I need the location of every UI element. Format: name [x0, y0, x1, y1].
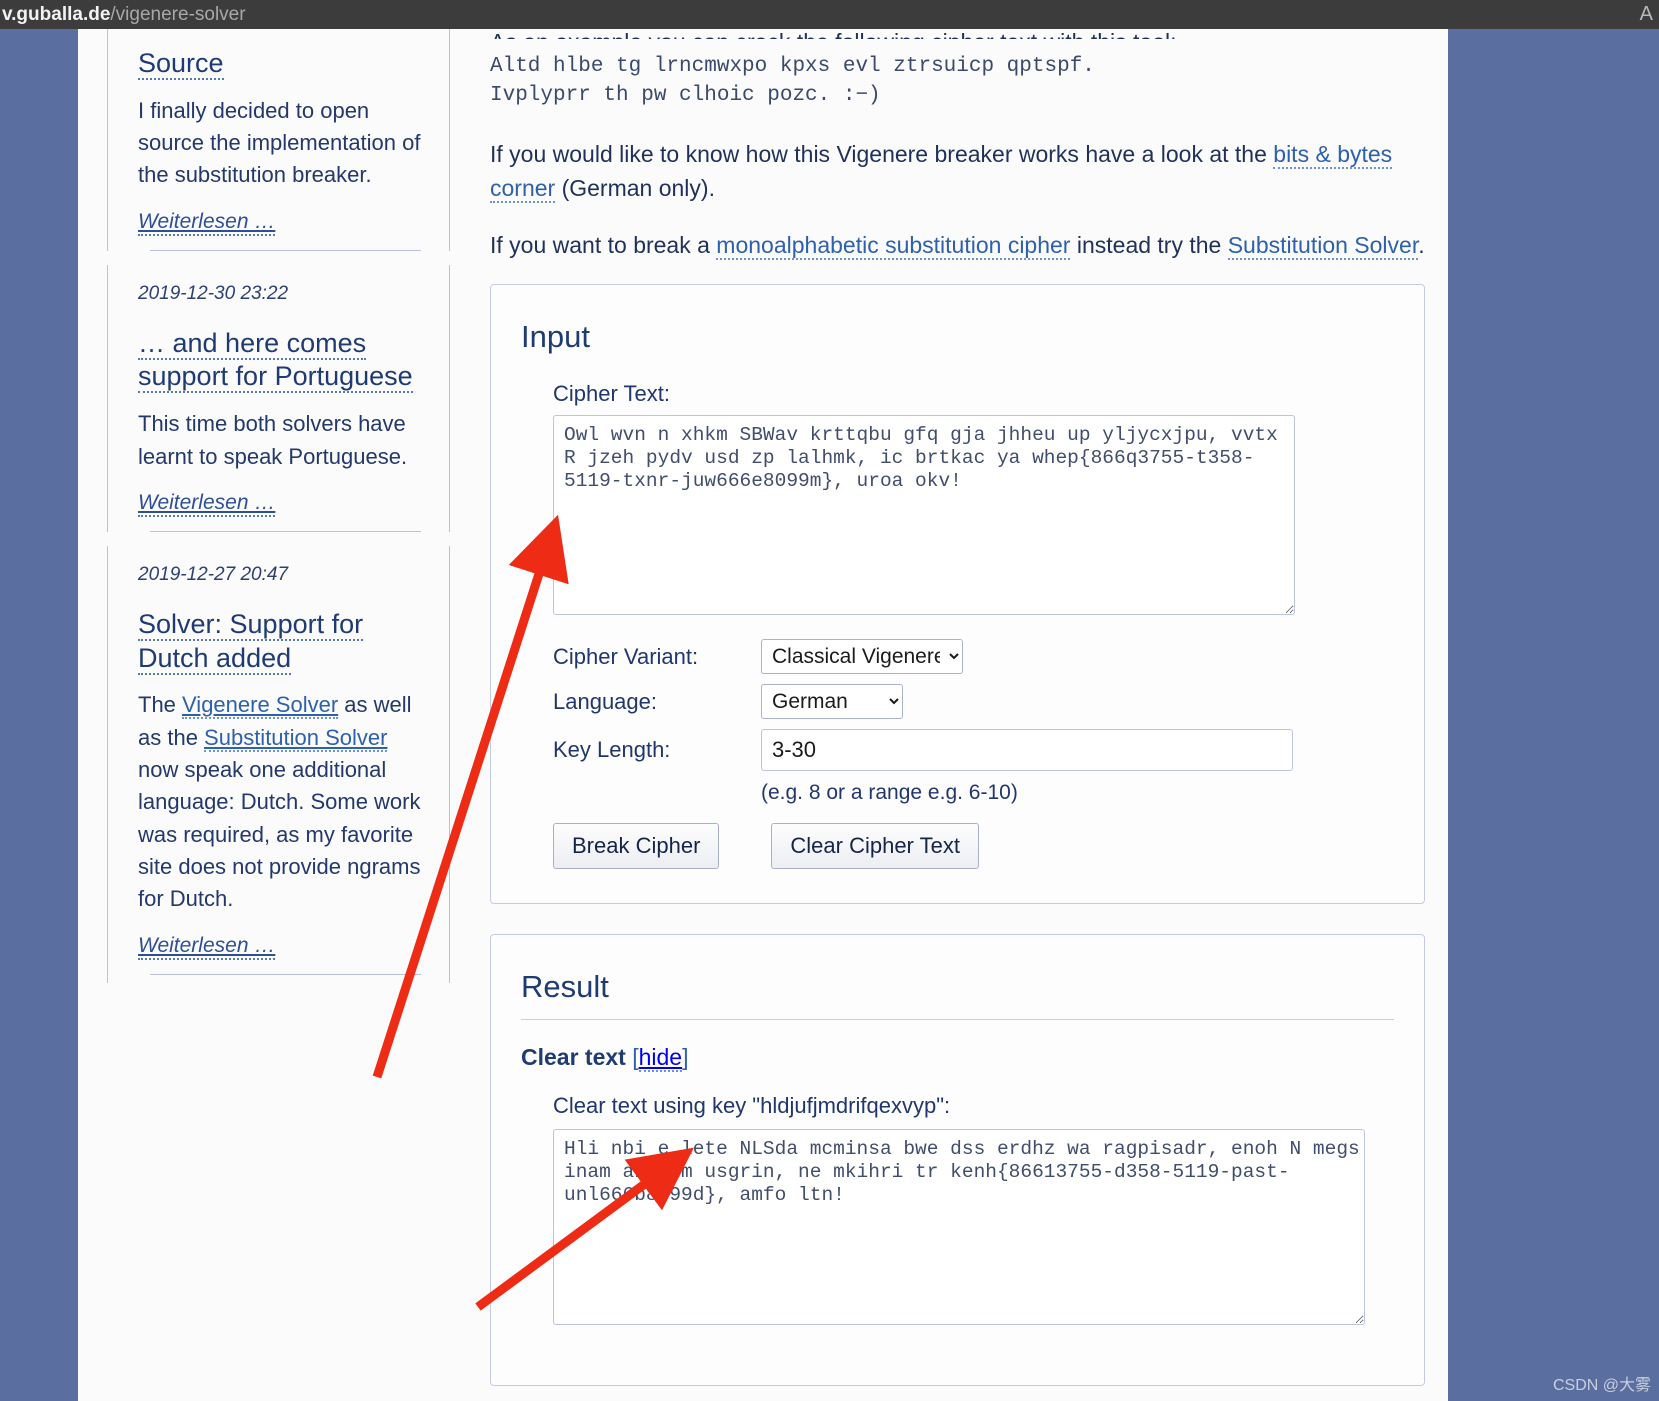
key-length-input[interactable] [761, 729, 1293, 772]
sidebar-entry-dutch: 2019-12-27 20:47 Solver: Support for Dut… [107, 545, 450, 983]
sidebar-entry-body-portuguese: This time both solvers have learnt to sp… [138, 411, 408, 469]
sidebar-link-substitution-solver[interactable]: Substitution Solver [204, 724, 388, 752]
browser-address-bar[interactable]: v.guballa.de/vigenere-solver A [0, 0, 1659, 29]
language-row: Language: German [553, 684, 1394, 720]
page-root: v.guballa.de/vigenere-solver A Source I … [0, 0, 1659, 1401]
paragraph-substitution: If you want to break a monoalphabetic su… [490, 228, 1425, 263]
cipher-text-input[interactable] [553, 415, 1295, 616]
text-fragment: (German only). [555, 175, 715, 202]
watermark: CSDN @大雾 [1552, 1377, 1651, 1394]
sidebar-entry-body-source: I finally decided to open source the imp… [138, 97, 421, 188]
key-length-hint: (e.g. 8 or a range e.g. 6-10) [761, 781, 1018, 805]
cipher-variant-label: Cipher Variant: [553, 643, 699, 669]
text-fragment: If you would like to know how this Vigen… [490, 140, 1274, 167]
input-options: Cipher Variant: Classical Vigenere Langu… [553, 639, 1394, 805]
text-fragment: now speak one additional language: Dutch… [138, 757, 421, 912]
sidebar-readmore-portuguese[interactable]: Weiterlesen … [138, 491, 276, 517]
key-length-label: Key Length: [553, 737, 671, 763]
sidebar-entry-title-dutch[interactable]: Solver: Support for Dutch added [138, 608, 364, 675]
sidebar-entry-date-dutch: 2019-12-27 20:47 [138, 563, 289, 585]
clear-text-key-line: Clear text using key "hldjufjmdrifqexvyp… [553, 1093, 951, 1119]
sidebar-entry-title-portuguese[interactable]: … and here comes support for Portuguese [138, 327, 413, 394]
result-panel: Result Clear text [hide] Clear text usin… [490, 934, 1425, 1387]
input-panel-title: Input [521, 319, 590, 355]
sidebar-entry-date-portuguese: 2019-12-30 23:22 [138, 282, 289, 304]
sidebar: Source I finally decided to open source … [107, 29, 450, 983]
reader-mode-icon[interactable]: A [1640, 0, 1653, 29]
divider [150, 249, 421, 251]
text-fragment: . [1418, 231, 1425, 258]
cipher-variant-select[interactable]: Classical Vigenere [761, 639, 963, 675]
page-canvas: Source I finally decided to open source … [0, 29, 1659, 1401]
divider [150, 530, 421, 532]
input-buttons: Break Cipher Clear Cipher Text [553, 823, 1394, 870]
paragraph-bits-and-bytes: If you would like to know how this Vigen… [490, 137, 1425, 206]
hide-link[interactable]: hide [638, 1044, 683, 1073]
page-right-margin [1448, 29, 1659, 1401]
result-panel-title: Result [521, 969, 1394, 1021]
clear-text-label: Clear text [521, 1044, 626, 1071]
clear-text-heading: Clear text [hide] [521, 1044, 1394, 1073]
link-monoalphabetic-substitution-cipher[interactable]: monoalphabetic substitution cipher [716, 231, 1071, 260]
language-select[interactable]: German [761, 684, 903, 720]
url-host: v.guballa.de [2, 4, 111, 25]
hide-toggle[interactable]: [hide] [632, 1044, 688, 1073]
text-fragment: If you want to break a [490, 231, 717, 258]
sidebar-entry-source: Source I finally decided to open source … [107, 29, 450, 251]
text-fragment: instead try the [1070, 231, 1228, 258]
language-label: Language: [553, 688, 657, 714]
cipher-text-label: Cipher Text: [553, 381, 670, 407]
main-content: As an example you can crack the followin… [490, 29, 1425, 1401]
input-panel: Input Cipher Text: Cipher Variant: Class… [490, 284, 1425, 905]
url-path: /vigenere-solver [110, 4, 246, 25]
sample-cipher-text: Altd hlbe tg lrncmwxpo kpxs evl ztrsuicp… [490, 55, 1095, 107]
sidebar-entry-body-dutch: The Vigenere Solver as well as the Subst… [138, 689, 433, 915]
text-fragment: The [138, 692, 183, 718]
divider [150, 973, 421, 975]
clear-cipher-text-button[interactable]: Clear Cipher Text [771, 823, 979, 870]
clear-text-output[interactable] [553, 1129, 1365, 1326]
sidebar-link-vigenere-solver[interactable]: Vigenere Solver [182, 692, 339, 720]
sidebar-entry-title-source[interactable]: Source [138, 48, 224, 80]
intro-paragraph-clipped: As an example you can crack the followin… [490, 29, 1425, 39]
sidebar-readmore-dutch[interactable]: Weiterlesen … [138, 934, 276, 960]
sidebar-readmore-source[interactable]: Weiterlesen … [138, 210, 276, 236]
break-cipher-button[interactable]: Break Cipher [553, 823, 720, 870]
sidebar-entry-portuguese: 2019-12-30 23:22 … and here comes suppor… [107, 264, 450, 532]
cipher-variant-row: Cipher Variant: Classical Vigenere [553, 639, 1394, 675]
link-substitution-solver[interactable]: Substitution Solver [1227, 231, 1419, 260]
key-length-row: Key Length: [553, 729, 1394, 772]
